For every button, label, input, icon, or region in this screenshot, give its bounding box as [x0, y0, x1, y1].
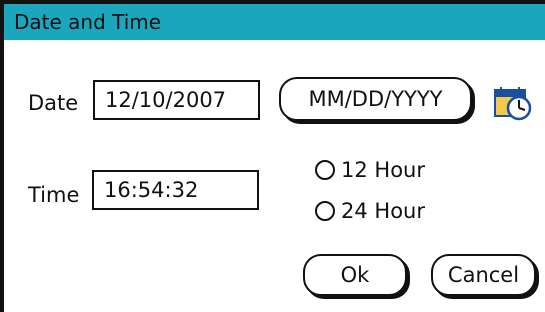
- dialog-left-border: [0, 40, 4, 312]
- time-label: Time: [28, 183, 80, 207]
- radio-button-icon[interactable]: [315, 201, 335, 221]
- date-field[interactable]: 12/10/2007: [93, 80, 260, 120]
- calendar-clock-icon[interactable]: [493, 84, 533, 122]
- radio-button-icon[interactable]: [315, 160, 335, 180]
- ok-button[interactable]: Ok: [303, 254, 407, 296]
- time-field[interactable]: 16:54:32: [92, 170, 259, 210]
- date-format-button[interactable]: MM/DD/YYYY: [279, 77, 472, 121]
- dialog-title: Date and Time: [14, 10, 162, 34]
- radio-24-hour[interactable]: 24 Hour: [315, 199, 425, 223]
- date-time-dialog: Date and Time Date 12/10/2007 MM/DD/YYYY…: [0, 0, 545, 312]
- date-label: Date: [28, 91, 79, 115]
- dialog-titlebar: Date and Time: [0, 0, 545, 40]
- cancel-button[interactable]: Cancel: [431, 254, 536, 296]
- radio-12-hour[interactable]: 12 Hour: [315, 158, 425, 182]
- radio-24-hour-label: 24 Hour: [341, 199, 425, 223]
- radio-12-hour-label: 12 Hour: [341, 158, 425, 182]
